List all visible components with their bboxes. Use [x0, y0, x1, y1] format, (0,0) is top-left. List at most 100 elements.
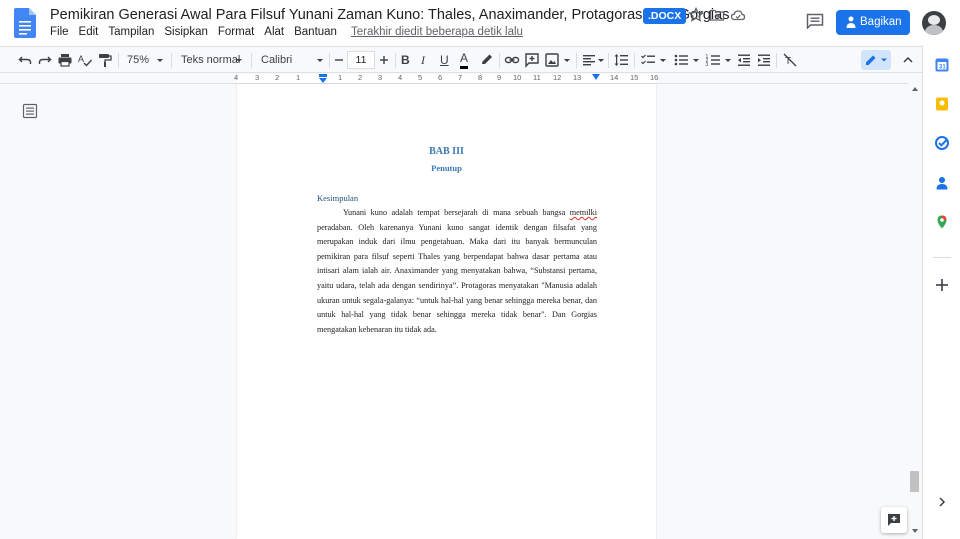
bulleted-list-icon[interactable] — [673, 52, 689, 68]
right-indent-marker-icon[interactable] — [591, 74, 601, 83]
google-docs-window: Pemikiran Generasi Awal Para Filsuf Yuna… — [0, 0, 960, 539]
toolbar-separator — [608, 53, 609, 68]
insert-image-icon[interactable] — [544, 52, 560, 68]
chevron-down-icon[interactable] — [152, 52, 168, 68]
svg-text:A: A — [78, 54, 84, 64]
menu-tools[interactable]: Alat — [264, 26, 289, 38]
share-button[interactable]: Bagikan — [836, 10, 910, 35]
toolbar-separator — [329, 53, 330, 68]
plus-icon[interactable] — [935, 278, 949, 292]
undo-icon[interactable] — [17, 52, 33, 68]
document-page[interactable]: BAB III Penutup Kesimpulan Yunani kuno a… — [237, 84, 656, 539]
ruler-label: 8 — [478, 73, 483, 82]
text-color-button[interactable]: A — [460, 52, 469, 69]
body-paragraph: Yunani kuno adalah tempat bersejarah di … — [317, 206, 597, 337]
docs-logo-icon[interactable] — [14, 8, 36, 38]
star-icon[interactable] — [688, 7, 704, 23]
spelling-error-word[interactable]: memilki — [570, 208, 597, 217]
scroll-down-icon[interactable] — [911, 527, 919, 535]
last-edit-link[interactable]: Terakhir diedit beberapa detik lalu — [351, 26, 528, 38]
chevron-down-icon[interactable] — [720, 52, 736, 68]
decrease-indent-icon[interactable] — [736, 52, 752, 68]
chevron-down-icon[interactable] — [559, 52, 575, 68]
ruler-label: 4 — [398, 73, 403, 82]
toolbar-separator — [118, 53, 119, 68]
chevron-down-icon[interactable] — [231, 52, 247, 68]
chapter-subtitle: Penutup — [431, 163, 462, 173]
side-panel-divider — [933, 257, 951, 258]
toolbar-separator — [576, 53, 577, 68]
menu-help[interactable]: Bantuan — [294, 26, 342, 38]
pencil-icon — [866, 55, 876, 65]
menu-insert[interactable]: Sisipkan — [164, 26, 212, 38]
chapter-heading: BAB III — [429, 146, 464, 157]
line-spacing-icon[interactable] — [613, 52, 629, 68]
menu-format[interactable]: Format — [218, 26, 259, 38]
editing-mode-button[interactable] — [861, 50, 891, 70]
chevron-down-icon[interactable] — [312, 52, 328, 68]
toolbar-separator — [499, 53, 500, 68]
numbered-list-icon[interactable]: 123 — [705, 52, 721, 68]
increase-font-size-icon[interactable] — [376, 52, 392, 68]
scroll-up-icon[interactable] — [911, 85, 919, 93]
ruler-label: 2 — [275, 73, 280, 82]
italic-button[interactable]: I — [421, 52, 425, 68]
move-folder-icon[interactable] — [709, 7, 725, 23]
avatar[interactable] — [922, 11, 946, 35]
document-outline-icon[interactable] — [22, 103, 38, 119]
keep-icon[interactable] — [935, 97, 949, 111]
highlight-icon[interactable] — [479, 52, 495, 68]
zoom-select[interactable]: 75% — [127, 52, 149, 68]
clear-formatting-icon[interactable]: T — [782, 52, 798, 68]
document-title[interactable]: Pemikiran Generasi Awal Para Filsuf Yuna… — [50, 7, 729, 23]
maps-icon[interactable] — [935, 215, 949, 229]
contacts-icon[interactable] — [935, 176, 949, 190]
add-comment-button[interactable] — [881, 507, 907, 533]
menu-edit[interactable]: Edit — [79, 26, 104, 38]
side-panel: 31 — [922, 46, 960, 539]
checklist-icon[interactable] — [640, 52, 656, 68]
font-size-input[interactable]: 11 — [347, 51, 375, 69]
cloud-status-icon[interactable] — [730, 7, 746, 23]
print-icon[interactable] — [57, 52, 73, 68]
calendar-icon[interactable]: 31 — [935, 58, 949, 72]
ruler-label: 14 — [610, 73, 619, 82]
spellcheck-icon[interactable]: A — [77, 52, 93, 68]
ruler-label: 7 — [458, 73, 463, 82]
docx-badge: .DOCX — [643, 8, 687, 24]
vertical-scrollbar[interactable] — [908, 84, 922, 539]
paragraph-text: peradaban. Oleh karenanya Yunani kuno sa… — [317, 222, 597, 334]
bold-button[interactable]: B — [401, 52, 410, 68]
person-icon — [846, 16, 856, 28]
link-icon[interactable] — [504, 52, 520, 68]
paint-format-icon[interactable] — [97, 52, 113, 68]
chevron-right-icon[interactable] — [935, 495, 949, 509]
font-select[interactable]: Calibri — [261, 52, 292, 68]
ruler-label: 3 — [255, 73, 260, 82]
chevron-down-icon[interactable] — [655, 52, 671, 68]
ruler-label: 3 — [378, 73, 383, 82]
document-canvas[interactable]: BAB III Penutup Kesimpulan Yunani kuno a… — [0, 84, 908, 539]
scroll-thumb[interactable] — [910, 471, 919, 492]
redo-icon[interactable] — [37, 52, 53, 68]
svg-text:31: 31 — [939, 65, 946, 71]
paragraph-text: Yunani kuno adalah tempat bersejarah di … — [343, 208, 570, 217]
increase-indent-icon[interactable] — [756, 52, 772, 68]
chevron-down-icon — [881, 58, 887, 62]
ruler-label: 9 — [497, 73, 502, 82]
chevron-down-icon[interactable] — [688, 52, 704, 68]
toolbar: A 75% Teks normal Calibri 11 B I U A 1 2… — [0, 46, 922, 73]
ruler-label: 4 — [234, 73, 239, 82]
decrease-font-size-icon[interactable] — [331, 52, 347, 68]
chevron-down-icon[interactable] — [593, 52, 609, 68]
add-comment-icon[interactable] — [524, 52, 540, 68]
comment-history-icon[interactable] — [806, 13, 824, 29]
ruler[interactable]: 4 3 2 1 1 2 3 4 5 6 7 8 9 10 11 12 13 14… — [0, 73, 908, 84]
tasks-icon[interactable] — [935, 136, 949, 150]
menu-view[interactable]: Tampilan — [108, 26, 159, 38]
left-indent-marker-icon[interactable] — [318, 74, 328, 83]
menu-file[interactable]: File — [50, 26, 74, 38]
underline-button[interactable]: U — [440, 52, 449, 68]
ruler-label: 12 — [553, 73, 562, 82]
collapse-menus-icon[interactable] — [900, 52, 916, 68]
